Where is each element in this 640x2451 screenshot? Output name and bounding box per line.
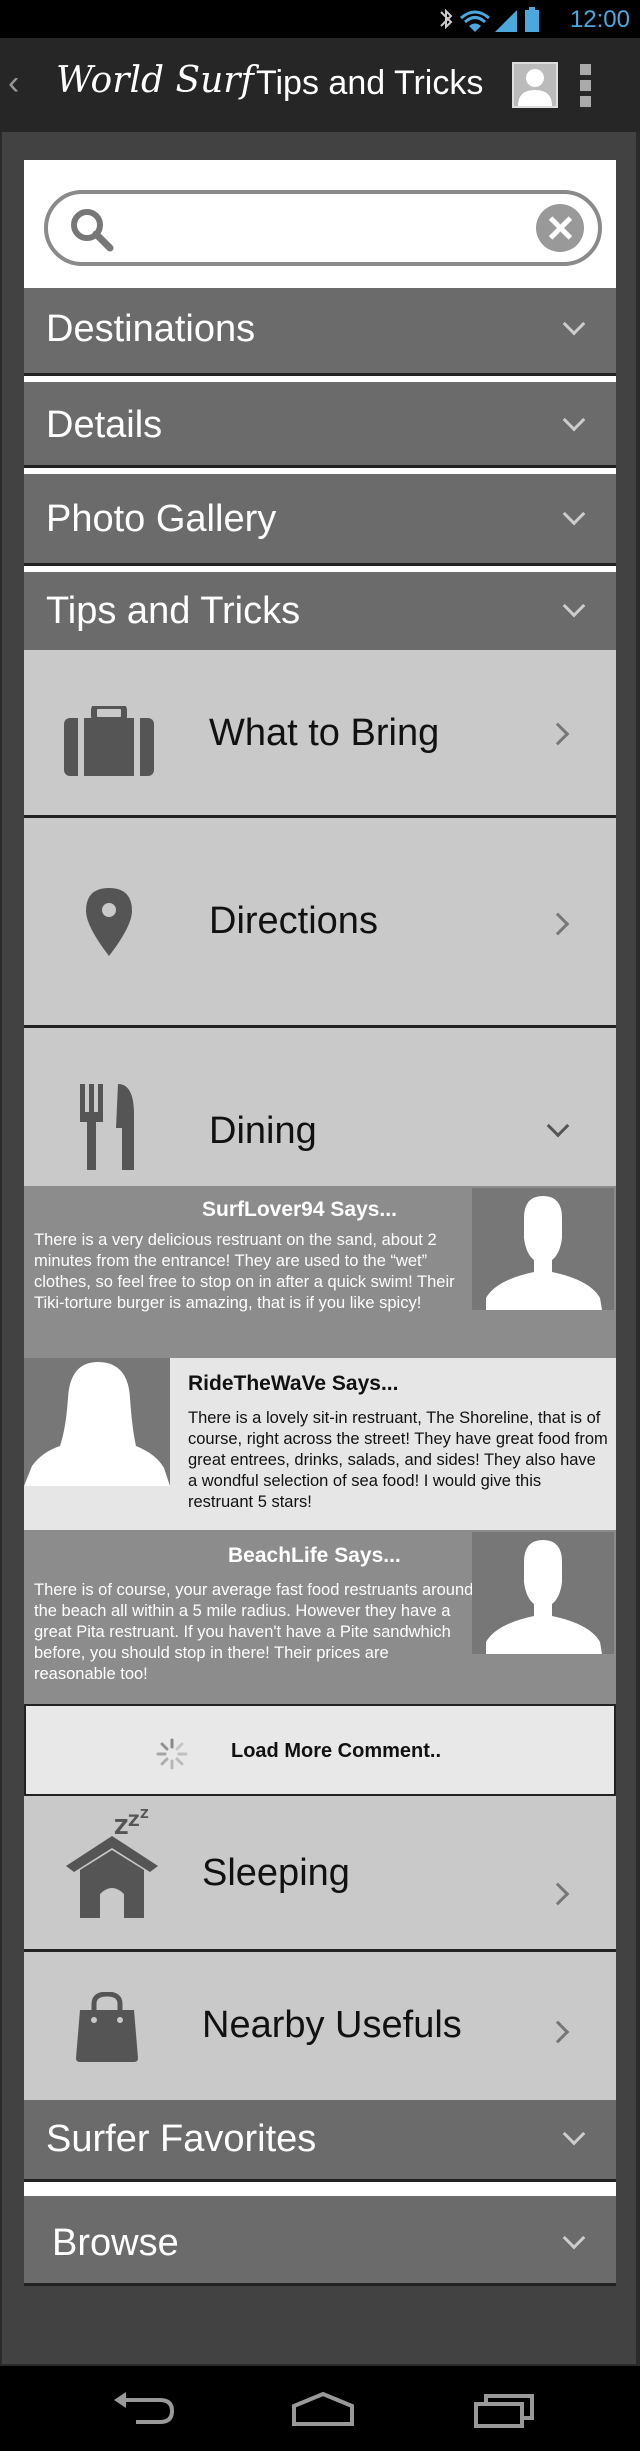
status-icons (440, 7, 539, 32)
accordion-browse[interactable]: Browse (24, 2196, 616, 2286)
avatar (24, 1358, 170, 1486)
chevron-down-icon (562, 502, 586, 526)
tip-directions[interactable]: Directions (24, 818, 616, 1028)
svg-text:Z: Z (128, 1811, 140, 1830)
tip-what-to-bring[interactable]: What to Bring (24, 650, 616, 818)
loading-spinner-icon (156, 1738, 188, 1770)
comment-author: RideTheWaVe Says... (188, 1372, 399, 1395)
accordion-label: Surfer Favorites (46, 2118, 317, 2160)
load-more-label: Load More Comment.. (231, 1740, 442, 1762)
tip-label: Directions (209, 900, 378, 942)
avatar (472, 1188, 614, 1310)
tip-nearby-usefuls[interactable]: Nearby Usefuls (24, 1952, 616, 2100)
accordion-label: Tips and Tricks (46, 590, 301, 632)
chevron-down-icon (562, 594, 586, 618)
screen-title: Tips and Tricks (256, 64, 484, 102)
accordion-label: Photo Gallery (46, 498, 277, 540)
comment-text: There is a lovely sit-in restruant, The … (188, 1409, 608, 1511)
svg-text:Z: Z (114, 1815, 129, 1839)
comment-item: RideTheWaVe Says... There is a lovely si… (24, 1358, 616, 1530)
profile-icon (518, 69, 552, 106)
overflow-menu-icon[interactable] (580, 64, 592, 108)
chevron-down-icon (546, 1114, 570, 1138)
comment-author: SurfLover94 Says... (202, 1198, 397, 1221)
chevron-down-icon (562, 2122, 586, 2146)
male-avatar-icon (486, 1196, 602, 1310)
comment-text: There is a very delicious restruant on t… (34, 1231, 455, 1312)
app-bar: ‹ World Surf Tips and Tricks (0, 38, 640, 132)
chevron-right-icon (546, 722, 570, 746)
status-bar: 12:00 (0, 0, 640, 38)
tip-label: What to Bring (209, 712, 440, 754)
tip-label: Sleeping (202, 1852, 350, 1894)
system-nav-bar (0, 2366, 640, 2451)
chevron-right-icon (546, 912, 570, 936)
accordion-label: Details (46, 404, 163, 446)
search-box (44, 190, 602, 266)
shopping-bag-icon (76, 1992, 138, 2062)
search-input[interactable] (128, 204, 508, 252)
comment-author: BeachLife Says... (228, 1544, 401, 1567)
bluetooth-icon (440, 8, 453, 30)
search-icon (71, 209, 114, 252)
app-title[interactable]: World Surf (56, 60, 254, 101)
house-sleep-icon: Z Z Z (66, 1807, 158, 1918)
svg-text:Z: Z (140, 1807, 149, 1821)
status-time: 12:00 (569, 6, 630, 33)
load-more-button[interactable]: Load More Comment.. (24, 1704, 616, 1796)
content-panel: Destinations Details Photo Gallery Tips … (24, 160, 616, 2362)
accordion-surfer-favorites[interactable]: Surfer Favorites (24, 2100, 616, 2182)
comment-text: There is of course, your average fast fo… (34, 1581, 474, 1683)
comment-item: SurfLover94 Says... There is a very deli… (24, 1186, 616, 1358)
chevron-down-icon (562, 312, 586, 336)
suitcase-icon (64, 706, 154, 776)
chevron-right-icon (546, 1882, 570, 1906)
tip-label: Nearby Usefuls (202, 2004, 462, 2046)
wifi-icon (460, 10, 490, 32)
back-nav-icon[interactable] (112, 2390, 176, 2426)
accordion-details[interactable]: Details (24, 382, 616, 468)
chevron-right-icon (546, 2020, 570, 2044)
male-avatar-icon (486, 1540, 602, 1654)
female-avatar-icon (24, 1362, 170, 1486)
accordion-label: Destinations (46, 308, 256, 350)
accordion-photo-gallery[interactable]: Photo Gallery (24, 474, 616, 566)
chevron-down-icon (562, 2226, 586, 2250)
search-area (24, 160, 616, 288)
chevron-down-icon (562, 408, 586, 432)
fork-knife-icon (80, 1084, 134, 1170)
recent-apps-icon[interactable] (472, 2390, 536, 2428)
accordion-label: Browse (52, 2222, 179, 2264)
battery-icon (525, 7, 539, 32)
main-content: Destinations Details Photo Gallery Tips … (2, 132, 636, 2364)
home-nav-icon[interactable] (290, 2392, 356, 2426)
location-pin-icon (86, 888, 132, 956)
profile-button[interactable] (512, 62, 558, 108)
comment-item: BeachLife Says... There is of course, yo… (24, 1530, 616, 1704)
clear-icon[interactable] (536, 204, 584, 252)
avatar (472, 1532, 614, 1654)
app-screen: 12:00 ‹ World Surf Tips and Tricks Desti… (0, 0, 640, 2451)
accordion-destinations[interactable]: Destinations (24, 288, 616, 376)
tip-dining[interactable]: Dining (24, 1028, 616, 1186)
tip-sleeping[interactable]: Z Z Z Sleeping (24, 1796, 616, 1952)
signal-icon (495, 10, 517, 32)
accordion-tips-and-tricks[interactable]: Tips and Tricks (24, 572, 616, 650)
back-icon[interactable]: ‹ (8, 64, 19, 103)
tip-label: Dining (209, 1110, 317, 1152)
